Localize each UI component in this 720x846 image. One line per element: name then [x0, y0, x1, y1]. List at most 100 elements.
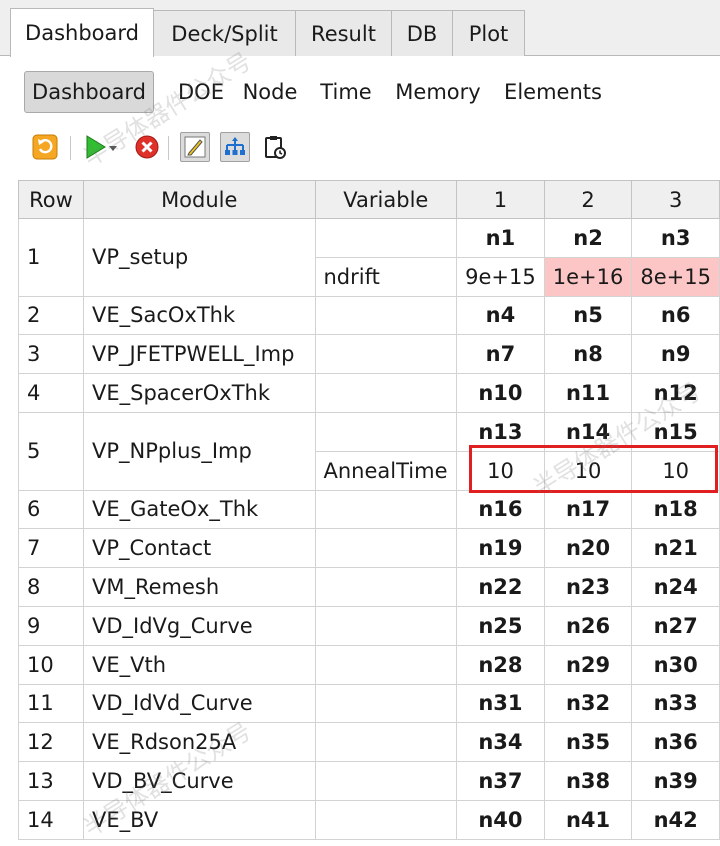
table-row[interactable]: 9 VD_IdVg_Curve n25 n26 n27 — [18, 605, 720, 646]
table-row[interactable]: 5 VP_NPplus_Imp n13 n14 n15 — [18, 411, 720, 491]
node-cell[interactable]: n25 — [456, 605, 545, 646]
column-header-1[interactable]: 1 — [456, 180, 545, 219]
subtab-dashboard[interactable]: Dashboard — [24, 71, 154, 113]
value-cell[interactable]: 10 — [543, 450, 633, 491]
table-row[interactable]: 7 VP_Contact n19 n20 n21 — [18, 528, 720, 569]
subtab-time[interactable]: Time — [314, 71, 378, 113]
module-cell[interactable]: VE_BV — [83, 799, 316, 840]
node-cell[interactable]: n19 — [456, 528, 545, 569]
column-header-2[interactable]: 2 — [543, 180, 633, 219]
module-cell[interactable]: VD_BV_Curve — [83, 761, 316, 801]
table-row[interactable]: 4 VE_SpacerOxThk n10 n11 n12 — [18, 373, 720, 413]
table-row[interactable]: 10 VE_Vth n28 n29 n30 — [18, 644, 720, 685]
row-number-cell[interactable]: 14 — [18, 799, 84, 840]
node-cell[interactable]: n6 — [631, 295, 720, 336]
value-cell[interactable]: 10 — [456, 450, 545, 491]
module-cell[interactable]: VE_Rdson25A — [83, 722, 316, 763]
node-cell[interactable]: n38 — [543, 761, 633, 801]
variable-cell[interactable] — [314, 799, 458, 840]
variable-cell[interactable]: ndrift — [314, 256, 458, 297]
module-cell[interactable]: VE_Vth — [83, 644, 316, 685]
value-cell[interactable]: 8e+15 — [631, 256, 720, 297]
node-cell[interactable]: n11 — [543, 373, 633, 413]
node-cell[interactable]: n1 — [456, 218, 545, 258]
variable-cell[interactable] — [314, 411, 458, 452]
node-cell[interactable]: n30 — [631, 644, 720, 685]
variable-cell[interactable] — [314, 644, 458, 685]
node-cell[interactable]: n3 — [631, 218, 720, 258]
variable-cell[interactable] — [314, 334, 458, 375]
row-number-cell[interactable]: 5 — [18, 411, 84, 491]
node-cell[interactable]: n5 — [543, 295, 633, 336]
node-cell[interactable]: n16 — [456, 489, 545, 530]
node-cell[interactable]: n15 — [631, 411, 720, 452]
variable-cell[interactable] — [314, 528, 458, 569]
node-cell[interactable]: n39 — [631, 761, 720, 801]
node-cell[interactable]: n33 — [631, 683, 720, 724]
node-cell[interactable]: n29 — [543, 644, 633, 685]
variable-cell[interactable] — [314, 567, 458, 607]
table-row[interactable]: 11 VD_IdVd_Curve n31 n32 n33 — [18, 683, 720, 724]
column-header-variable[interactable]: Variable — [314, 180, 458, 219]
tab-db[interactable]: DB — [391, 10, 453, 56]
subtab-elements[interactable]: Elements — [500, 71, 606, 113]
node-cell[interactable]: n36 — [631, 722, 720, 763]
tab-dashboard[interactable]: Dashboard — [10, 8, 154, 57]
variable-cell[interactable] — [314, 373, 458, 413]
module-cell[interactable]: VD_IdVd_Curve — [83, 683, 316, 724]
module-cell[interactable]: VE_SpacerOxThk — [83, 373, 316, 413]
node-cell[interactable]: n37 — [456, 761, 545, 801]
node-cell[interactable]: n42 — [631, 799, 720, 840]
node-cell[interactable]: n21 — [631, 528, 720, 569]
node-cell[interactable]: n27 — [631, 605, 720, 646]
module-cell[interactable]: VP_Contact — [83, 528, 316, 569]
clipboard-button[interactable] — [260, 132, 290, 162]
tab-plot[interactable]: Plot — [452, 10, 525, 56]
node-cell[interactable]: n23 — [543, 567, 633, 607]
table-row[interactable]: 3 VP_JFETPWELL_Imp n7 n8 n9 — [18, 334, 720, 375]
table-row[interactable]: 1 VP_setup n1 n2 n3 — [18, 218, 720, 297]
table-row[interactable]: 6 VE_GateOx_Thk n16 n17 n18 — [18, 489, 720, 530]
refresh-button[interactable] — [30, 132, 60, 162]
module-cell[interactable]: VP_setup — [83, 218, 316, 297]
column-header-row[interactable]: Row — [18, 180, 84, 219]
node-cell[interactable]: n18 — [631, 489, 720, 530]
module-cell[interactable]: VM_Remesh — [83, 567, 316, 607]
module-cell[interactable]: VP_NPplus_Imp — [83, 411, 316, 491]
node-cell[interactable]: n2 — [543, 218, 633, 258]
node-cell[interactable]: n10 — [456, 373, 545, 413]
node-cell[interactable]: n32 — [543, 683, 633, 724]
module-cell[interactable]: VP_JFETPWELL_Imp — [83, 334, 316, 375]
run-button[interactable] — [82, 132, 120, 162]
column-header-3[interactable]: 3 — [631, 180, 720, 219]
row-number-cell[interactable]: 6 — [18, 489, 84, 530]
tab-deck-split[interactable]: Deck/Split — [153, 10, 296, 56]
variable-cell[interactable] — [314, 761, 458, 801]
row-number-cell[interactable]: 9 — [18, 605, 84, 646]
row-number-cell[interactable]: 7 — [18, 528, 84, 569]
node-cell[interactable]: n12 — [631, 373, 720, 413]
module-cell[interactable]: VD_IdVg_Curve — [83, 605, 316, 646]
node-cell[interactable]: n24 — [631, 567, 720, 607]
node-cell[interactable]: n31 — [456, 683, 545, 724]
row-number-cell[interactable]: 12 — [18, 722, 84, 763]
variable-cell[interactable]: AnnealTime — [314, 450, 458, 491]
table-row[interactable]: 8 VM_Remesh n22 n23 n24 — [18, 567, 720, 607]
tree-button[interactable] — [220, 132, 250, 162]
tab-result[interactable]: Result — [295, 10, 392, 56]
node-cell[interactable]: n41 — [543, 799, 633, 840]
table-row[interactable]: 13 VD_BV_Curve n37 n38 n39 — [18, 761, 720, 801]
node-cell[interactable]: n14 — [543, 411, 633, 452]
value-cell[interactable]: 9e+15 — [456, 256, 545, 297]
node-cell[interactable]: n35 — [543, 722, 633, 763]
module-cell[interactable]: VE_GateOx_Thk — [83, 489, 316, 530]
row-number-cell[interactable]: 10 — [18, 644, 84, 685]
node-cell[interactable]: n13 — [456, 411, 545, 452]
row-number-cell[interactable]: 3 — [18, 334, 84, 375]
edit-button[interactable] — [180, 132, 210, 162]
variable-cell[interactable] — [314, 295, 458, 336]
row-number-cell[interactable]: 13 — [18, 761, 84, 801]
column-header-module[interactable]: Module — [83, 180, 316, 219]
row-number-cell[interactable]: 2 — [18, 295, 84, 336]
variable-cell[interactable] — [314, 489, 458, 530]
